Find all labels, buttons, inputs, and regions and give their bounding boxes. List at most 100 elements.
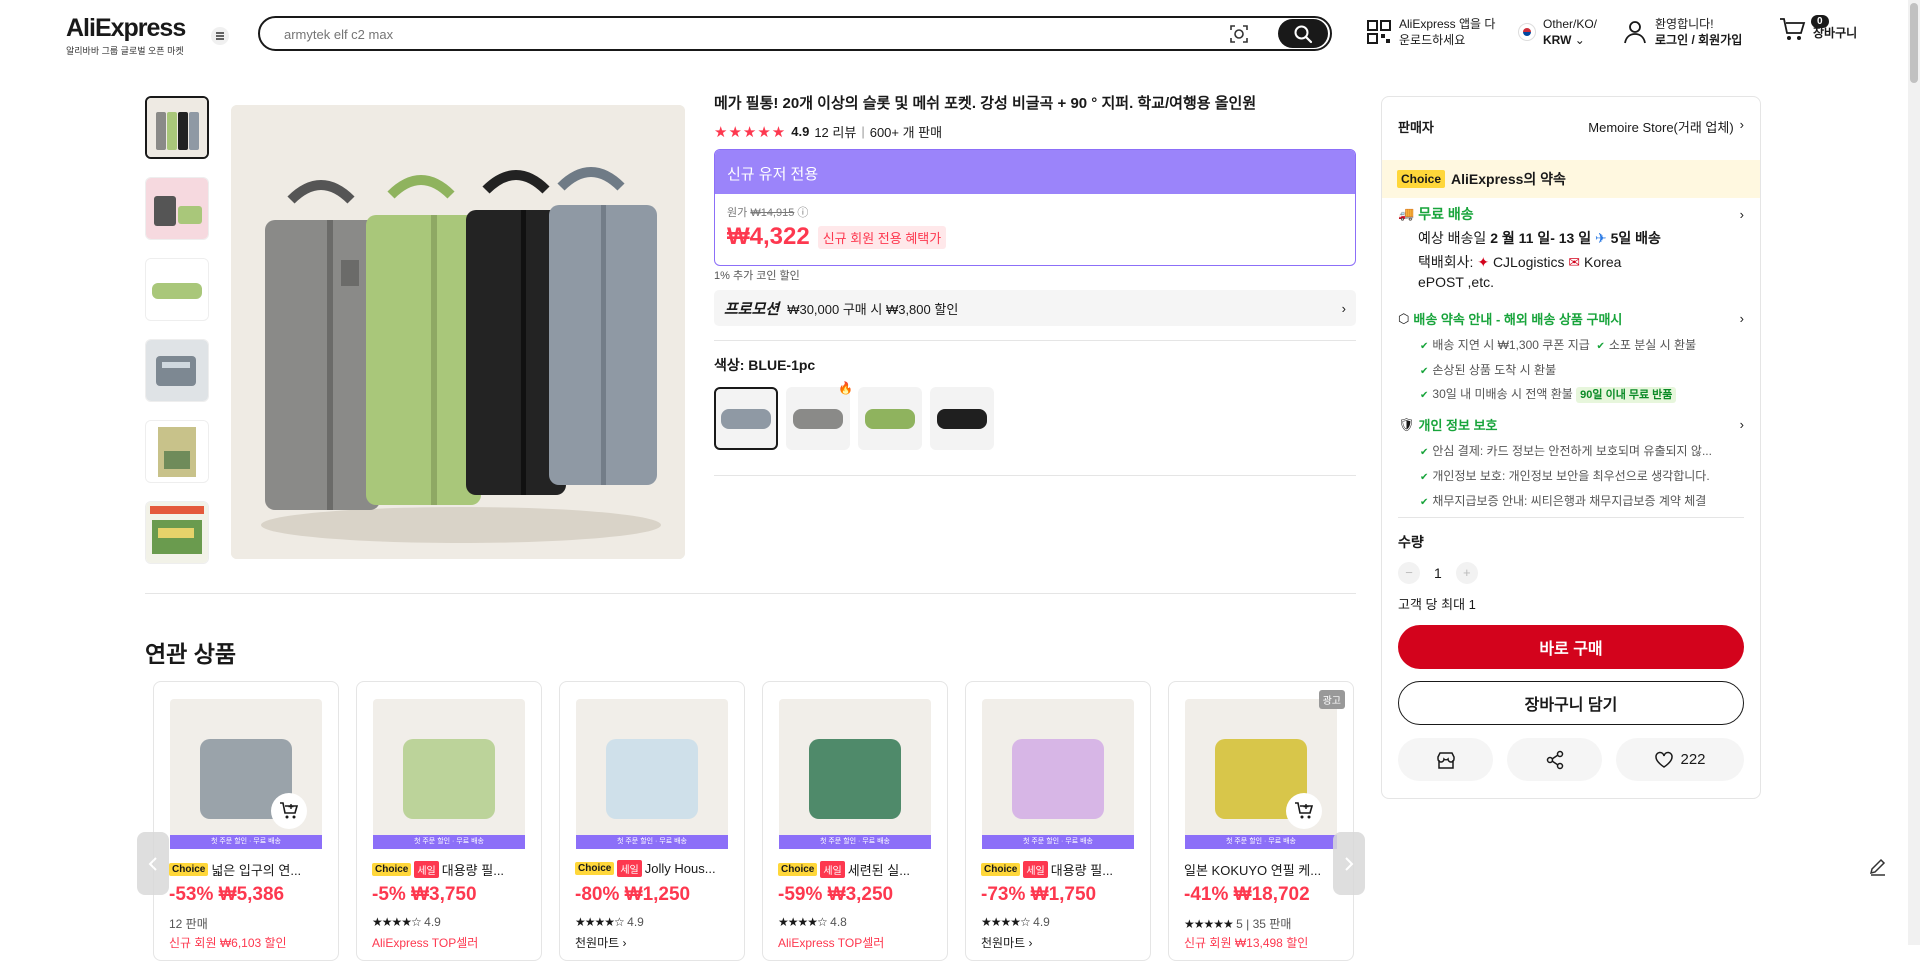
quantity-stepper: − 1 +: [1398, 562, 1478, 584]
privacy-1: 안심 결제: 카드 정보는 안전하게 보호되며 유출되지 않...: [1432, 444, 1712, 458]
main-product-image[interactable]: [231, 105, 685, 559]
chevron-right-icon: [1345, 857, 1354, 871]
product-card[interactable]: 첫 주문 할인 · 무료 배송 Choice 세일 대용량 필... -5% ₩3,75…: [356, 681, 542, 961]
cart-icon: [1780, 18, 1806, 40]
promo-strip: 첫 주문 할인 · 무료 배송: [576, 835, 728, 849]
product-card[interactable]: 첫 주문 할인 · 무료 배송 Choice 세일 Jolly Hous... -80%…: [559, 681, 745, 961]
seller-row[interactable]: 판매자 Memoire Store(거래 업체) ›: [1398, 117, 1744, 136]
check-icon: ✔: [1420, 366, 1429, 377]
cj-logo-icon: ✦: [1477, 254, 1490, 270]
product-card-image[interactable]: [982, 699, 1134, 849]
chevron-right-icon: ›: [1739, 417, 1744, 432]
product-card[interactable]: 첫 주문 할인 · 무료 배송 Choice 세일 세련된 실... -59% ₩3,2…: [762, 681, 948, 961]
login-link[interactable]: 로그인 / 회원가입: [1655, 33, 1742, 47]
rating-row[interactable]: ★★★★★ 4.9 12 리뷰 | 600+ 개 판매: [714, 122, 942, 141]
product-card[interactable]: 첫 주문 할인 · 무료 배송 Choice 넓은 입구의 연... -53% ₩5,…: [153, 681, 339, 961]
product-card-image[interactable]: [373, 699, 525, 849]
quantity-label: 수량: [1398, 534, 1424, 550]
thumbnail[interactable]: [145, 96, 209, 159]
seller-name[interactable]: Memoire Store(거래 업체): [1588, 117, 1733, 136]
edit-icon[interactable]: [1867, 855, 1895, 883]
product-card-extra: 천원마트 ›: [575, 936, 627, 950]
thumbnail[interactable]: [145, 501, 209, 564]
locale-line1: Other/KO/: [1543, 17, 1598, 31]
product-card-title-row: Choice 세일 대용량 필...: [372, 860, 532, 879]
product-card-extra: 신규 회원 ₩6,103 할인: [169, 936, 287, 950]
page-scrollbar[interactable]: [1908, 0, 1920, 945]
divider: [1398, 517, 1744, 518]
product-card-image[interactable]: [779, 699, 931, 849]
delivery-guarantee-section[interactable]: ⬡ 배송 약속 안내 - 해외 배송 상품 구매시 › ✔ 배송 지연 시 ₩1,30…: [1398, 309, 1744, 403]
choice-badge: Choice: [372, 863, 412, 876]
camera-search-icon[interactable]: [1228, 23, 1250, 45]
shipping-section[interactable]: 🚚 무료 배송 › 예상 배송일 2 월 11 일- 13 일 ✈ 5일 배송 택배…: [1398, 204, 1744, 292]
wishlist-button[interactable]: 222: [1616, 738, 1744, 781]
plus-button[interactable]: +: [1455, 562, 1478, 584]
original-price: ₩14,915: [750, 207, 795, 219]
product-card-image[interactable]: [1185, 699, 1337, 849]
search-input[interactable]: [284, 24, 1184, 44]
product-card-title-row: Choice 세일 Jolly Hous...: [575, 860, 735, 877]
promotion-row[interactable]: 프로모션 ₩30,000 구매 시 ₩3,800 할인 ›: [714, 290, 1356, 326]
promo-strip: 첫 주문 할인 · 무료 배송: [982, 835, 1134, 849]
privacy-2: 개인정보 보호: 개인정보 보안을 최우선으로 생각합니다.: [1432, 469, 1710, 483]
buy-now-button[interactable]: 바로 구매: [1398, 625, 1744, 669]
quantity-value[interactable]: 1: [1434, 565, 1442, 581]
swatch-gray[interactable]: 🔥: [786, 381, 853, 450]
qr-code-icon: [1367, 20, 1391, 44]
eta-prefix: 예상 배송일: [1418, 230, 1487, 246]
star-rating-icon: ★★★★★: [1184, 917, 1234, 931]
menu-icon[interactable]: [210, 27, 230, 45]
related-products-title: 연관 상품: [145, 641, 237, 667]
shield-check-icon: 🛡: [1398, 416, 1415, 432]
product-card-title-row: Choice 세일 대용량 필...: [981, 860, 1141, 879]
promo-strip: 첫 주문 할인 · 무료 배송: [1185, 835, 1337, 849]
add-to-cart-button[interactable]: 장바구니 담기: [1398, 681, 1744, 725]
search-button[interactable]: [1278, 19, 1328, 48]
store-button[interactable]: [1398, 738, 1493, 781]
free-shipping-label: 무료 배송: [1418, 206, 1474, 222]
download-app[interactable]: AliExpress 앱을 다 운로드하세요: [1366, 16, 1495, 48]
thumbnail[interactable]: [145, 258, 209, 321]
check-icon: ✔: [1596, 341, 1605, 352]
thumbnail[interactable]: [145, 420, 209, 483]
product-card-meta: ★★★★☆ 4.8: [778, 915, 847, 929]
thumbnail[interactable]: [145, 339, 209, 402]
product-card-extra: 신규 회원 ₩13,498 할인: [1184, 936, 1309, 950]
share-button[interactable]: [1507, 738, 1602, 781]
scrollbar-thumb[interactable]: [1910, 3, 1918, 83]
review-count[interactable]: 12 리뷰: [814, 122, 856, 141]
account-menu[interactable]: 환영합니다! 로그인 / 회원가입: [1622, 16, 1742, 48]
product-card-image[interactable]: [576, 699, 728, 849]
privacy-section[interactable]: 🛡 개인 정보 보호 › ✔ 안심 결제: 카드 정보는 안전하게 보호되며 유출되지…: [1398, 415, 1744, 509]
swatch-black[interactable]: [930, 387, 994, 450]
logo-text: AliExpress: [66, 14, 186, 42]
product-card-price: -73% ₩1,750: [981, 884, 1097, 905]
carousel-next-button[interactable]: [1333, 832, 1365, 895]
carousel-prev-button[interactable]: [137, 832, 169, 895]
add-to-cart-icon[interactable]: [1286, 793, 1322, 829]
swatch-green[interactable]: [858, 387, 922, 450]
store-icon: [1436, 751, 1455, 769]
product-card-image[interactable]: [170, 699, 322, 849]
add-to-cart-icon[interactable]: [271, 793, 307, 829]
product-card-title: 일본 KOKUYO 연필 케...: [1184, 863, 1322, 878]
product-card[interactable]: 첫 주문 할인 · 무료 배송 광고 일본 KOKUYO 연필 케... -41% ₩…: [1168, 681, 1354, 961]
minus-button[interactable]: −: [1398, 562, 1420, 584]
swatch-blue[interactable]: [714, 387, 778, 450]
info-icon[interactable]: ⓘ: [797, 207, 808, 219]
free-return-badge: 90일 이내 무료 반품: [1576, 387, 1677, 403]
aliexpress-logo[interactable]: AliExpress 알리바바 그룹 글로벌 오픈 마켓: [66, 14, 186, 57]
sold-count: 600+ 개 판매: [869, 125, 943, 140]
color-swatches: 🔥: [714, 381, 994, 450]
color-label: 색상: BLUE-1pc: [714, 357, 816, 373]
product-card[interactable]: 첫 주문 할인 · 무료 배송 Choice 세일 대용량 필... -73% ₩1,7…: [965, 681, 1151, 961]
thumbnail[interactable]: [145, 177, 209, 240]
locale-selector[interactable]: Other/KO/KRW ⌄: [1518, 16, 1597, 48]
star-rating-icon: ★★★★☆: [981, 915, 1031, 929]
promo-strip: 첫 주문 할인 · 무료 배송: [170, 835, 322, 849]
card-sold: 5 | 35 판매: [1236, 917, 1292, 931]
product-card-title: 대용량 필...: [1050, 863, 1114, 878]
new-user-price-box: 신규 유저 전용 원가 ₩14,915 ⓘ ₩4,322 신규 회원 전용 혜택…: [714, 149, 1356, 266]
check-icon: ✔: [1420, 497, 1429, 508]
